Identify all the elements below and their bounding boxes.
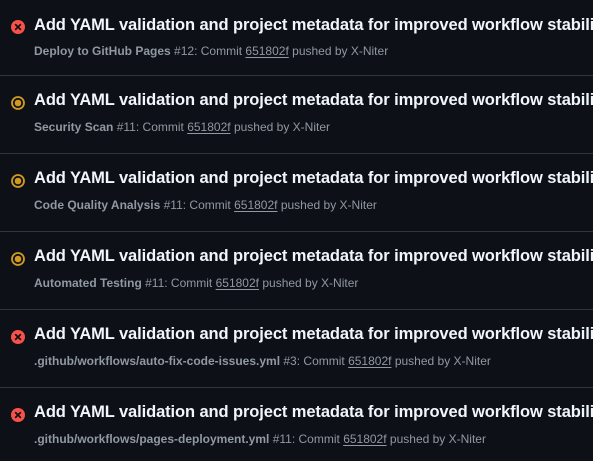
workflow-run-row[interactable]: Add YAML validation and project metadata… <box>0 388 593 461</box>
commit-sha-link[interactable]: 651802f <box>234 198 277 212</box>
run-meta: Deploy to GitHub Pages #12: Commit 65180… <box>34 44 388 58</box>
run-meta: Code Quality Analysis #11: Commit 651802… <box>34 198 377 212</box>
workflow-name: .github/workflows/auto-fix-code-issues.y… <box>34 354 281 368</box>
run-meta: .github/workflows/auto-fix-code-issues.y… <box>34 354 491 368</box>
run-meta: Automated Testing #11: Commit 651802f pu… <box>34 276 358 290</box>
pushed-by: pushed by X-Niter <box>262 276 359 290</box>
pushed-by: pushed by X-Niter <box>233 120 330 134</box>
workflow-run-row[interactable]: Add YAML validation and project metadata… <box>0 232 593 310</box>
workflow-name: Deploy to GitHub Pages <box>34 44 171 58</box>
workflow-run-list: Add YAML validation and project metadata… <box>0 0 593 461</box>
in-progress-dot-icon <box>11 174 25 188</box>
workflow-name: Automated Testing <box>34 276 142 290</box>
run-title-link[interactable]: Add YAML validation and project metadata… <box>34 403 593 422</box>
commit-label: : Commit <box>291 432 340 446</box>
workflow-name: Security Scan <box>34 120 114 134</box>
commit-sha-link[interactable]: 651802f <box>187 120 230 134</box>
pushed-by: pushed by X-Niter <box>280 198 377 212</box>
run-title-link[interactable]: Add YAML validation and project metadata… <box>34 16 593 35</box>
run-number: #11 <box>163 198 183 212</box>
commit-sha-link[interactable]: 651802f <box>245 44 288 58</box>
pushed-by: pushed by X-Niter <box>292 44 389 58</box>
workflow-run-row[interactable]: Add YAML validation and project metadata… <box>0 154 593 232</box>
run-title-link[interactable]: Add YAML validation and project metadata… <box>34 91 593 110</box>
commit-sha-link[interactable]: 651802f <box>348 354 391 368</box>
workflow-run-row[interactable]: Add YAML validation and project metadata… <box>0 310 593 388</box>
failure-x-circle-icon <box>11 408 25 422</box>
failure-x-circle-icon <box>11 330 25 344</box>
commit-sha-link[interactable]: 651802f <box>343 432 386 446</box>
run-number: #11 <box>272 432 292 446</box>
commit-label: : Commit <box>296 354 345 368</box>
run-title-link[interactable]: Add YAML validation and project metadata… <box>34 169 593 188</box>
run-meta: Security Scan #11: Commit 651802f pushed… <box>34 120 330 134</box>
commit-label: : Commit <box>164 276 213 290</box>
run-title-link[interactable]: Add YAML validation and project metadata… <box>34 247 593 266</box>
in-progress-dot-icon <box>11 96 25 110</box>
commit-sha-link[interactable]: 651802f <box>216 276 259 290</box>
failure-x-circle-icon <box>11 20 25 34</box>
workflow-name: .github/workflows/pages-deployment.yml <box>34 432 270 446</box>
run-number: #12 <box>174 44 195 58</box>
pushed-by: pushed by X-Niter <box>394 354 491 368</box>
run-title-link[interactable]: Add YAML validation and project metadata… <box>34 325 593 344</box>
run-meta: .github/workflows/pages-deployment.yml #… <box>34 432 486 446</box>
pushed-by: pushed by X-Niter <box>389 432 486 446</box>
in-progress-dot-icon <box>11 252 25 266</box>
run-number: #3 <box>283 354 297 368</box>
commit-label: : Commit <box>135 120 184 134</box>
commit-label: : Commit <box>182 198 231 212</box>
workflow-name: Code Quality Analysis <box>34 198 161 212</box>
workflow-run-row[interactable]: Add YAML validation and project metadata… <box>0 76 593 154</box>
workflow-run-row[interactable]: Add YAML validation and project metadata… <box>0 0 593 76</box>
run-number: #11 <box>116 120 136 134</box>
commit-label: : Commit <box>194 44 243 58</box>
run-number: #11 <box>145 276 165 290</box>
